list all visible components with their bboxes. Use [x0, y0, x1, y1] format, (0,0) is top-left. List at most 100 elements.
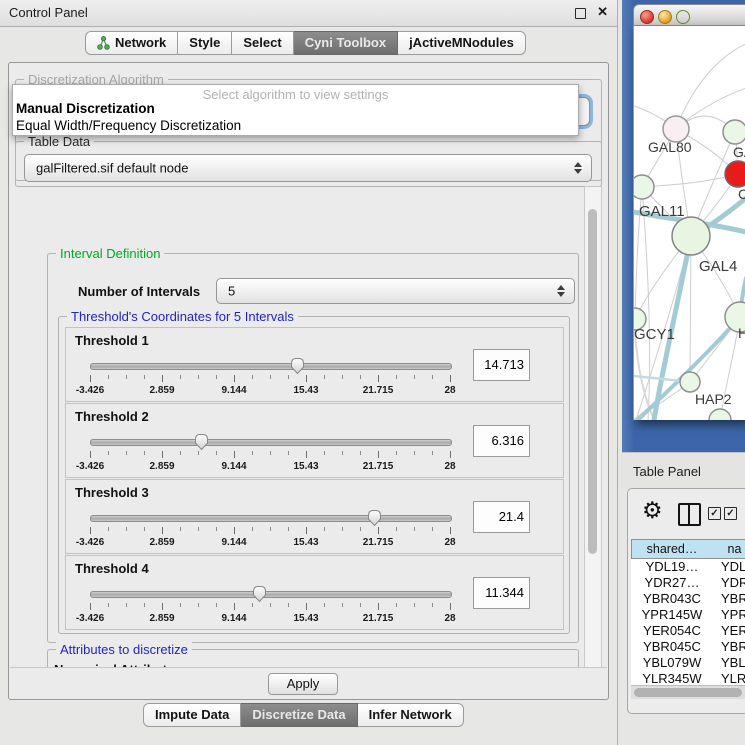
- table-row[interactable]: YBL079WYBL0: [631, 655, 745, 671]
- table-data-group-title: Table Data: [24, 134, 94, 149]
- threshold-2-value-field[interactable]: 6.316: [473, 425, 530, 457]
- slider-tick: [144, 603, 145, 607]
- tab-style-label: Style: [189, 32, 220, 54]
- minimize-traffic-light-icon[interactable]: [658, 10, 672, 24]
- tab-impute-data[interactable]: Impute Data: [143, 703, 241, 727]
- node-table-rows[interactable]: YDL19…YDL1YDR27…YDR2YBR043CYBR0YPR145WYP…: [631, 559, 745, 685]
- node-gal11[interactable]: [634, 175, 654, 199]
- node-label-hap2: HAP2: [695, 391, 732, 407]
- slider-scale-label: 28: [420, 537, 480, 548]
- tab-cyni-toolbox[interactable]: Cyni Toolbox: [294, 31, 398, 55]
- table-row[interactable]: YLR345WYLR3: [631, 671, 745, 685]
- close-traffic-light-icon[interactable]: [640, 10, 654, 24]
- node-gal4[interactable]: [672, 217, 710, 255]
- float-icon[interactable]: [575, 8, 586, 19]
- threshold-1-slider[interactable]: -3.4262.8599.14415.4321.71528: [90, 358, 450, 400]
- slider-tick: [288, 527, 289, 531]
- table-row[interactable]: YER054CYER0: [631, 623, 745, 639]
- table-row[interactable]: YBR043CYBR0: [631, 591, 745, 607]
- slider-scale-label: 21.715: [348, 461, 408, 472]
- slider-track[interactable]: [90, 591, 452, 598]
- tab-discretize-data[interactable]: Discretize Data: [241, 703, 357, 727]
- slider-tick: [252, 603, 253, 607]
- slider-tick: [90, 527, 91, 534]
- node-red-selected[interactable]: [725, 161, 745, 187]
- slider-thumb[interactable]: [367, 509, 382, 527]
- slider-tick: [126, 375, 127, 379]
- zoom-traffic-light-icon[interactable]: [676, 10, 690, 24]
- cell-name: YER0: [713, 623, 745, 639]
- node-hap2[interactable]: [680, 372, 700, 392]
- thresholds-group: Threshold's Coordinates for 5 Intervals …: [58, 316, 570, 634]
- number-of-intervals-combo[interactable]: 5: [216, 278, 575, 304]
- slider-tick: [414, 451, 415, 455]
- slider-tick: [378, 527, 379, 534]
- threshold-3-value-field[interactable]: 21.4: [473, 501, 530, 533]
- slider-scale-label: 21.715: [348, 385, 408, 396]
- slider-track[interactable]: [90, 515, 452, 522]
- node-bottom[interactable]: [709, 409, 731, 420]
- checkbox-icon-1[interactable]: ✓: [708, 507, 721, 520]
- slider-tick: [324, 603, 325, 607]
- slider-thumb[interactable]: [290, 357, 305, 375]
- cell-name: YBR0: [713, 639, 745, 655]
- node-ga[interactable]: [723, 120, 745, 144]
- tab-select[interactable]: Select: [232, 31, 293, 55]
- table-scrollbar-thumb[interactable]: [634, 688, 742, 697]
- table-row[interactable]: YPR145WYPR1: [631, 607, 745, 623]
- split-columns-icon[interactable]: [678, 503, 701, 526]
- slider-thumb[interactable]: [194, 433, 209, 451]
- slider-tick: [396, 603, 397, 607]
- algorithm-option-manual[interactable]: Manual Discretization: [16, 101, 155, 116]
- slider-thumb[interactable]: [252, 585, 267, 603]
- cell-name: YBR0: [713, 591, 745, 607]
- table-row[interactable]: YBR045CYBR0: [631, 639, 745, 655]
- slider-tick: [396, 375, 397, 379]
- close-icon[interactable]: ✕: [597, 4, 608, 20]
- tab-infer-network[interactable]: Infer Network: [358, 703, 464, 727]
- threshold-4-label: Threshold 4: [75, 561, 149, 576]
- slider-tick: [306, 451, 307, 458]
- cell-name: YDL1: [713, 559, 745, 575]
- table-data-group: Table Data galFiltered.sif default node: [15, 141, 602, 187]
- table-data-combo[interactable]: galFiltered.sif default node: [24, 154, 592, 182]
- slider-scale-label: -3.426: [60, 385, 120, 396]
- slider-scale-label: 21.715: [348, 537, 408, 548]
- threshold-4-value-field[interactable]: 11.344: [473, 577, 530, 609]
- table-row[interactable]: YDR27…YDR2: [631, 575, 745, 591]
- slider-tick: [216, 527, 217, 531]
- slider-scale-label: 28: [420, 613, 480, 624]
- threshold-3-slider[interactable]: -3.4262.8599.14415.4321.71528: [90, 510, 450, 552]
- tab-style[interactable]: Style: [178, 31, 232, 55]
- apply-button[interactable]: Apply: [268, 673, 338, 695]
- column-header-shared-name[interactable]: shared…: [631, 539, 713, 559]
- tab-network[interactable]: Network: [85, 31, 178, 55]
- cell-shared-name: YBL079W: [631, 655, 713, 671]
- slider-track[interactable]: [90, 439, 452, 446]
- gear-icon[interactable]: ⚙: [642, 497, 663, 524]
- threshold-4-slider[interactable]: -3.4262.8599.14415.4321.71528: [90, 586, 450, 628]
- table-row[interactable]: YDL19…YDL1: [631, 559, 745, 575]
- tab-jactivemnodules[interactable]: jActiveMNodules: [398, 31, 526, 55]
- column-header-name[interactable]: na: [712, 539, 745, 559]
- settings-scrollbar[interactable]: [584, 186, 602, 669]
- threshold-2-slider[interactable]: -3.4262.8599.14415.4321.71528: [90, 434, 450, 476]
- slider-tick: [216, 603, 217, 607]
- network-view-canvas[interactable]: GAL80 GA C GAL11 GAL4 GCY1 H HAP2: [633, 26, 745, 420]
- slider-tick: [270, 603, 271, 607]
- threshold-3-panel: Threshold 3 -3.4262.8599.14415.4321.7152…: [65, 479, 564, 554]
- slider-tick: [360, 603, 361, 607]
- slider-tick: [450, 375, 451, 382]
- slider-scale-label: 15.43: [276, 537, 336, 548]
- slider-track[interactable]: [90, 363, 452, 370]
- cell-name: YDR2: [713, 575, 745, 591]
- threshold-1-value-field[interactable]: 14.713: [473, 349, 530, 381]
- network-window-titlebar[interactable]: [633, 4, 745, 26]
- algorithm-option-equal-width[interactable]: Equal Width/Frequency Discretization: [16, 118, 241, 133]
- checkbox-icon-2[interactable]: ✓: [724, 507, 737, 520]
- tab-infer-network-label: Infer Network: [369, 704, 452, 726]
- table-panel: ⚙ ✓ ✓ shared… na YDL19…YDL1YDR27…YDR2YBR…: [627, 488, 745, 714]
- table-horizontal-scrollbar[interactable]: [631, 685, 745, 699]
- interval-definition-group: Interval Definition Number of Intervals …: [47, 253, 579, 643]
- network-icon: [97, 36, 110, 50]
